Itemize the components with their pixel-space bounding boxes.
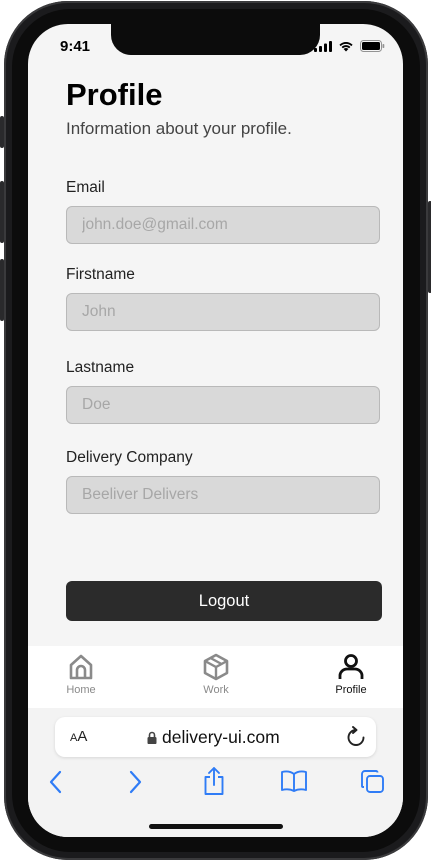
firstname-label: Firstname bbox=[66, 266, 135, 283]
url-text: delivery-ui.com bbox=[162, 727, 280, 747]
bookmarks-icon[interactable] bbox=[280, 769, 308, 793]
email-field[interactable] bbox=[66, 206, 380, 244]
firstname-field[interactable] bbox=[66, 293, 380, 331]
reload-icon[interactable] bbox=[346, 726, 366, 748]
tab-profile[interactable]: Profile bbox=[316, 652, 386, 696]
lastname-label: Lastname bbox=[66, 359, 135, 376]
address-bar[interactable]: AA delivery-ui.com bbox=[55, 717, 376, 757]
cellular-signal-icon bbox=[314, 40, 332, 52]
home-icon bbox=[69, 654, 93, 680]
volume-up-button bbox=[0, 181, 4, 243]
notch bbox=[111, 24, 320, 55]
package-icon bbox=[203, 653, 229, 681]
tab-home-label: Home bbox=[66, 684, 96, 696]
back-icon[interactable] bbox=[48, 770, 64, 794]
volume-down-button bbox=[0, 259, 4, 321]
logout-button[interactable]: Logout bbox=[66, 581, 382, 621]
tab-profile-label: Profile bbox=[335, 684, 367, 696]
tabs-icon[interactable] bbox=[360, 769, 386, 795]
browser-bar: AA delivery-ui.com bbox=[28, 708, 403, 837]
delivery-company-label: Delivery Company bbox=[66, 449, 193, 466]
lastname-field[interactable] bbox=[66, 386, 380, 424]
page-title: Profile bbox=[66, 77, 163, 112]
screen: 9:41 Profile Information about your prof… bbox=[28, 24, 403, 837]
tab-home[interactable]: Home bbox=[46, 652, 116, 696]
status-time: 9:41 bbox=[60, 38, 91, 55]
url-display[interactable]: delivery-ui.com bbox=[147, 727, 280, 748]
forward-icon[interactable] bbox=[127, 770, 143, 794]
user-icon bbox=[338, 654, 364, 679]
status-icons bbox=[314, 40, 385, 52]
lock-icon bbox=[147, 731, 157, 744]
tab-work[interactable]: Work bbox=[181, 652, 251, 696]
email-label: Email bbox=[66, 179, 105, 196]
delivery-company-field[interactable] bbox=[66, 476, 380, 514]
mute-switch bbox=[0, 116, 4, 148]
text-size-button[interactable]: AA bbox=[70, 728, 87, 745]
battery-icon bbox=[360, 40, 385, 52]
share-icon[interactable] bbox=[202, 766, 226, 796]
home-indicator bbox=[149, 824, 283, 829]
page-subtitle: Information about your profile. bbox=[66, 119, 292, 138]
bottom-tab-bar: Home Work Profile bbox=[28, 646, 403, 708]
wifi-icon bbox=[339, 41, 353, 51]
tab-work-label: Work bbox=[203, 684, 229, 696]
